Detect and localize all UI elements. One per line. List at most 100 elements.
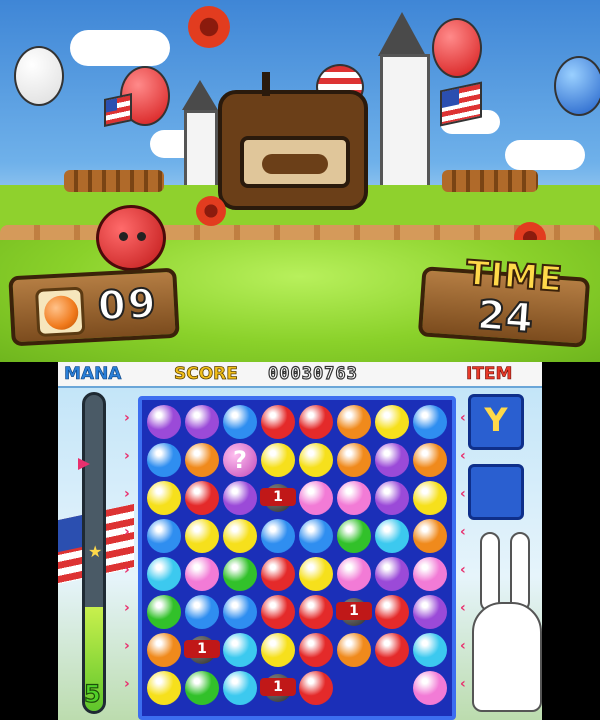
bomb-ball[interactable]: 1 xyxy=(260,670,296,706)
cyan-ball[interactable] xyxy=(374,518,410,554)
yellow-ball[interactable] xyxy=(222,518,258,554)
ball-shape xyxy=(299,481,333,515)
time-sign: TIME 24 xyxy=(417,252,591,348)
time-value: 24 xyxy=(475,291,536,343)
rabbit-ear xyxy=(510,532,530,612)
green-ball[interactable] xyxy=(184,670,220,706)
bomb-ball[interactable]: 1 xyxy=(260,480,296,516)
blue-ball[interactable] xyxy=(184,594,220,630)
cyan-ball[interactable] xyxy=(222,632,258,668)
blue-ball[interactable] xyxy=(146,518,182,554)
pink-ball[interactable] xyxy=(298,480,334,516)
orange-ball[interactable] xyxy=(412,518,448,554)
yellow-ball[interactable] xyxy=(260,442,296,478)
pink-ball[interactable] xyxy=(412,556,448,592)
blue-ball[interactable] xyxy=(260,518,296,554)
robot-eye-slot xyxy=(262,154,328,174)
ball-shape xyxy=(299,671,333,705)
cyan-ball[interactable] xyxy=(412,632,448,668)
orange-ball[interactable] xyxy=(146,632,182,668)
tower-roof xyxy=(378,12,426,56)
ball-shape xyxy=(147,595,181,629)
ball-shape xyxy=(375,557,409,591)
yellow-ball[interactable] xyxy=(298,442,334,478)
item-slot-1[interactable]: Y xyxy=(468,394,524,450)
blue-ball[interactable] xyxy=(412,404,448,440)
green-ball[interactable] xyxy=(222,556,258,592)
purple-ball[interactable] xyxy=(146,404,182,440)
church-tower xyxy=(380,54,430,194)
item-slot-2[interactable] xyxy=(468,464,524,520)
pink-ball[interactable] xyxy=(336,556,372,592)
red-mascot-character xyxy=(96,205,166,271)
ball-shape xyxy=(375,595,409,629)
cyan-ball[interactable] xyxy=(146,556,182,592)
ball-shape xyxy=(337,405,371,439)
purple-ball[interactable] xyxy=(222,480,258,516)
orange-ball[interactable] xyxy=(336,404,372,440)
purple-ball[interactable] xyxy=(374,480,410,516)
ball-shape xyxy=(413,557,447,591)
robot-face xyxy=(240,136,350,188)
yellow-ball[interactable] xyxy=(146,670,182,706)
yellow-ball[interactable] xyxy=(412,480,448,516)
row-arrow-right-icon: ‹ xyxy=(460,562,466,578)
red-ball[interactable] xyxy=(298,670,334,706)
red-ball[interactable] xyxy=(298,632,334,668)
blue-ball[interactable] xyxy=(222,594,258,630)
red-ball[interactable] xyxy=(298,404,334,440)
star-icon: ★ xyxy=(88,542,103,561)
cyan-ball[interactable] xyxy=(222,670,258,706)
ball-shape xyxy=(185,671,219,705)
ball-shape xyxy=(299,519,333,553)
red-ball[interactable] xyxy=(184,480,220,516)
purple-ball[interactable] xyxy=(374,442,410,478)
yellow-ball[interactable] xyxy=(184,518,220,554)
red-ball[interactable] xyxy=(260,594,296,630)
ball-shape xyxy=(223,405,257,439)
purple-ball[interactable] xyxy=(184,404,220,440)
blue-balloon xyxy=(554,56,600,116)
blue-ball[interactable] xyxy=(146,442,182,478)
orange-ball[interactable] xyxy=(184,442,220,478)
pink-ball[interactable] xyxy=(336,480,372,516)
green-ball[interactable] xyxy=(146,594,182,630)
yellow-ball[interactable] xyxy=(146,480,182,516)
red-ball[interactable] xyxy=(260,404,296,440)
blue-ball[interactable] xyxy=(222,404,258,440)
row-arrow-left-icon: › xyxy=(124,486,130,502)
yellow-ball[interactable] xyxy=(374,404,410,440)
row-arrow-right-icon: ‹ xyxy=(460,486,466,502)
row-arrow-left-icon: › xyxy=(124,448,130,464)
ball-shape xyxy=(337,481,371,515)
row-arrow-right-icon: ‹ xyxy=(460,524,466,540)
red-ball[interactable] xyxy=(374,632,410,668)
red-ball[interactable] xyxy=(260,556,296,592)
orange-ball[interactable] xyxy=(412,442,448,478)
bomb-counter: 1 xyxy=(260,488,296,506)
blue-ball[interactable] xyxy=(298,518,334,554)
purple-ball[interactable] xyxy=(412,594,448,630)
orange-ball[interactable] xyxy=(336,442,372,478)
red-ball[interactable] xyxy=(374,594,410,630)
pink-ball[interactable] xyxy=(184,556,220,592)
ball-shape xyxy=(185,443,219,477)
mystery-ball[interactable]: ? xyxy=(222,442,258,478)
ball-shape xyxy=(185,595,219,629)
purple-ball[interactable] xyxy=(374,556,410,592)
green-ball[interactable] xyxy=(336,518,372,554)
top-screen: 09 TIME 24 xyxy=(0,0,600,362)
row-arrow-left-icon: › xyxy=(124,676,130,692)
pink-ball[interactable] xyxy=(412,670,448,706)
ball-shape xyxy=(413,481,447,515)
yellow-ball[interactable] xyxy=(298,556,334,592)
ball-shape xyxy=(185,405,219,439)
orange-ball[interactable] xyxy=(336,632,372,668)
bomb-ball[interactable]: 1 xyxy=(336,594,372,630)
bomb-ball[interactable]: 1 xyxy=(184,632,220,668)
puzzle-board[interactable]: ? 1 1 1 1 xyxy=(138,396,456,720)
score-value: 00030763 xyxy=(267,363,358,384)
yellow-ball[interactable] xyxy=(260,632,296,668)
red-ball[interactable] xyxy=(298,594,334,630)
flower-icon xyxy=(196,196,226,226)
